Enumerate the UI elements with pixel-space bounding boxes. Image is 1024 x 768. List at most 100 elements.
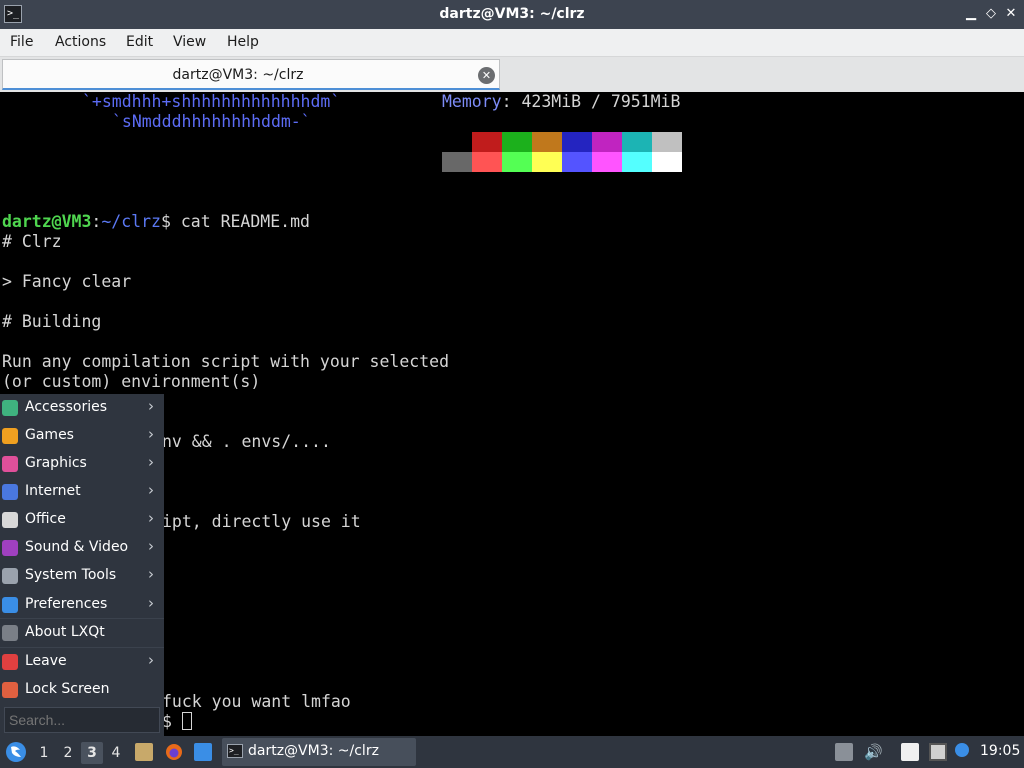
menu-bar: File Actions Edit View Help	[0, 29, 1024, 57]
color-swatch	[442, 132, 472, 152]
start-menu-item-office[interactable]: Office ›	[0, 506, 164, 534]
output-line: fuck you want lmfao	[162, 692, 351, 711]
chevron-right-icon: ›	[148, 594, 154, 612]
start-menu-item-system-tools[interactable]: System Tools ›	[0, 562, 164, 590]
chevron-right-icon: ›	[148, 453, 154, 471]
graphics-icon	[2, 456, 18, 472]
start-menu-item-internet[interactable]: Internet ›	[0, 478, 164, 506]
firefox-icon[interactable]	[165, 743, 183, 761]
color-swatch	[592, 132, 622, 152]
menu-edit[interactable]: Edit	[126, 34, 153, 50]
clipboard-icon[interactable]	[901, 743, 919, 761]
window-title: dartz@VM3: ~/clrz	[439, 6, 585, 22]
output-line: Run any compilation script with your sel…	[2, 352, 450, 371]
menu-help[interactable]: Help	[227, 34, 259, 50]
start-menu-item-lock-screen[interactable]: Lock Screen	[0, 676, 164, 704]
notification-icon[interactable]	[955, 743, 969, 757]
start-menu-item-label: Games	[25, 427, 74, 443]
menu-file[interactable]: File	[10, 34, 33, 50]
taskbar: 1 2 3 4 >_ dartz@VM3: ~/clrz 🔊 19:05	[0, 736, 1024, 768]
start-menu-item-label: Accessories	[25, 399, 108, 415]
task-label: dartz@VM3: ~/clrz	[248, 743, 379, 759]
prompt-separator: :	[91, 212, 102, 231]
menu-view[interactable]: View	[173, 34, 206, 50]
memory-value: : 423MiB / 7951MiB	[501, 92, 681, 111]
color-swatch	[622, 152, 652, 172]
start-menu: Accessories › Games › Graphics › Internet › Offi…	[0, 394, 164, 736]
command-text: cat README.md	[180, 212, 310, 231]
output-line: # Building	[2, 312, 102, 331]
minimize-icon[interactable]: ▁	[962, 5, 980, 23]
start-menu-item-label: About LXQt	[25, 624, 105, 640]
start-menu-search-input[interactable]	[4, 707, 160, 733]
start-menu-item-sound-video[interactable]: Sound & Video ›	[0, 534, 164, 562]
terminal-task-icon: >_	[227, 744, 243, 758]
chevron-right-icon: ›	[148, 565, 154, 583]
volume-icon[interactable]: 🔊	[864, 743, 883, 761]
lock-icon	[2, 682, 18, 698]
sound-video-icon	[2, 540, 18, 556]
color-swatch	[442, 152, 472, 172]
network-icon[interactable]	[929, 743, 947, 761]
start-menu-item-label: Office	[25, 511, 66, 527]
start-menu-item-preferences[interactable]: Preferences ›	[0, 591, 164, 619]
start-menu-item-accessories[interactable]: Accessories ›	[0, 394, 164, 422]
update-notifier-icon[interactable]	[835, 743, 853, 761]
start-menu-item-leave[interactable]: Leave ›	[0, 648, 164, 676]
start-menu-item-label: System Tools	[25, 567, 117, 583]
output-line: (or custom) environment(s)	[2, 372, 261, 391]
tab-close-icon[interactable]: ✕	[478, 67, 495, 84]
neofetch-logo-line: `+smdhhh+shhhhhhhhhhhhhdm`	[82, 92, 341, 111]
start-menu-item-label: Lock Screen	[25, 681, 110, 697]
start-menu-item-label: Graphics	[25, 455, 87, 471]
prompt-path: ~/clrz	[101, 212, 161, 231]
prompt-dollar: $	[160, 212, 181, 231]
clock[interactable]: 19:05	[980, 743, 1020, 759]
neofetch-logo-line: `sNmdddhhhhhhhhddm-`	[112, 112, 311, 131]
file-manager-icon[interactable]	[135, 743, 153, 761]
menu-actions[interactable]: Actions	[55, 34, 106, 50]
current-prompt-line[interactable]: $	[162, 712, 192, 732]
games-icon	[2, 428, 18, 444]
workspace-1[interactable]: 1	[33, 742, 55, 764]
system-tools-icon	[2, 568, 18, 584]
restore-icon[interactable]: ◇	[982, 5, 1000, 23]
memory-label: Memory	[442, 92, 502, 111]
workspace-2[interactable]: 2	[57, 742, 79, 764]
prompt-user: dartz@VM3	[2, 212, 92, 231]
color-swatch	[622, 132, 652, 152]
prompt-dollar: $	[162, 712, 182, 731]
output-line: nv && . envs/....	[162, 432, 331, 451]
chevron-right-icon: ›	[148, 397, 154, 415]
chevron-right-icon: ›	[148, 651, 154, 669]
color-swatch	[472, 132, 502, 152]
start-menu-item-label: Leave	[25, 653, 67, 669]
workspace-4[interactable]: 4	[105, 742, 127, 764]
color-swatch	[652, 132, 682, 152]
start-menu-button[interactable]	[4, 736, 28, 768]
color-swatch	[502, 152, 532, 172]
info-icon	[2, 625, 18, 641]
start-menu-item-games[interactable]: Games ›	[0, 422, 164, 450]
start-menu-item-graphics[interactable]: Graphics ›	[0, 450, 164, 478]
chevron-right-icon: ›	[148, 537, 154, 555]
color-swatch	[472, 152, 502, 172]
preferences-icon	[2, 597, 18, 613]
start-menu-item-label: Sound & Video	[25, 539, 129, 555]
start-menu-item-about-lxqt[interactable]: About LXQt	[0, 619, 164, 647]
text-cursor	[181, 712, 192, 730]
lxqt-logo-icon	[6, 742, 26, 762]
power-icon	[2, 654, 18, 670]
color-swatch	[592, 152, 622, 172]
close-icon[interactable]: ✕	[1002, 5, 1020, 23]
taskbar-terminal-task[interactable]: >_ dartz@VM3: ~/clrz	[222, 738, 416, 766]
window-titlebar[interactable]: >_ dartz@VM3: ~/clrz ▁ ◇ ✕	[0, 0, 1024, 29]
tab-bar: dartz@VM3: ~/clrz ✕	[0, 57, 1024, 92]
show-desktop-icon[interactable]	[194, 743, 212, 761]
start-menu-item-label: Internet	[25, 483, 81, 499]
start-menu-separator	[0, 618, 164, 619]
color-swatch	[562, 152, 592, 172]
workspace-3[interactable]: 3	[81, 742, 103, 764]
terminal-tab[interactable]: dartz@VM3: ~/clrz ✕	[2, 59, 500, 90]
output-line: ipt, directly use it	[162, 512, 361, 531]
